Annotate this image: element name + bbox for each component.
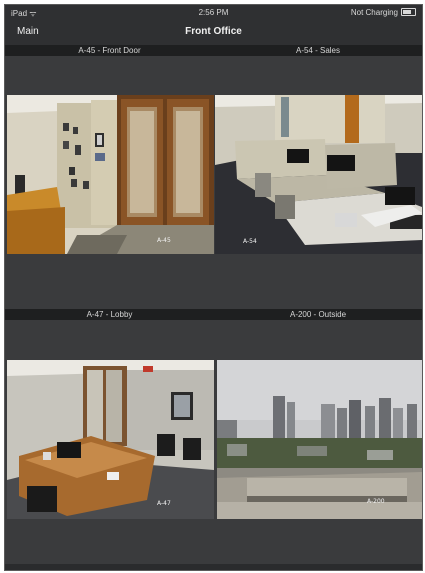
camera-feed-outside[interactable]: A-200 xyxy=(217,360,422,519)
outside-skyline-image xyxy=(217,360,422,519)
camera-overlay-id: A-200 xyxy=(367,498,385,505)
camera-label-outside: A-200 - Outside xyxy=(214,309,422,320)
camera-label-front-door: A-45 - Front Door xyxy=(5,45,214,56)
bottom-strip xyxy=(5,564,422,570)
page-title: Front Office xyxy=(185,26,242,37)
camera-label-lobby: A-47 - Lobby xyxy=(5,309,214,320)
navigation-bar: Main Front Office xyxy=(5,20,422,45)
ipad-screen: iPad ᯤ 2:56 PM Not Charging Main Front O… xyxy=(4,4,423,571)
camera-feed-lobby[interactable]: A-47 xyxy=(7,360,214,519)
camera-overlay-id: A-47 xyxy=(157,500,171,507)
back-button[interactable]: Main xyxy=(17,26,39,37)
sales-office-image xyxy=(215,95,422,254)
status-bar: iPad ᯤ 2:56 PM Not Charging xyxy=(5,5,422,20)
front-door-image xyxy=(7,95,214,254)
camera-overlay-id: A-45 xyxy=(157,237,171,244)
battery-icon xyxy=(401,8,416,16)
camera-overlay-id: A-54 xyxy=(243,238,257,245)
charging-status: Not Charging xyxy=(350,8,398,17)
camera-feed-sales[interactable]: A-54 xyxy=(215,95,422,254)
camera-label-sales: A-54 - Sales xyxy=(214,45,422,56)
lobby-image xyxy=(7,360,214,519)
camera-feed-front-door[interactable]: A-45 xyxy=(7,95,214,254)
